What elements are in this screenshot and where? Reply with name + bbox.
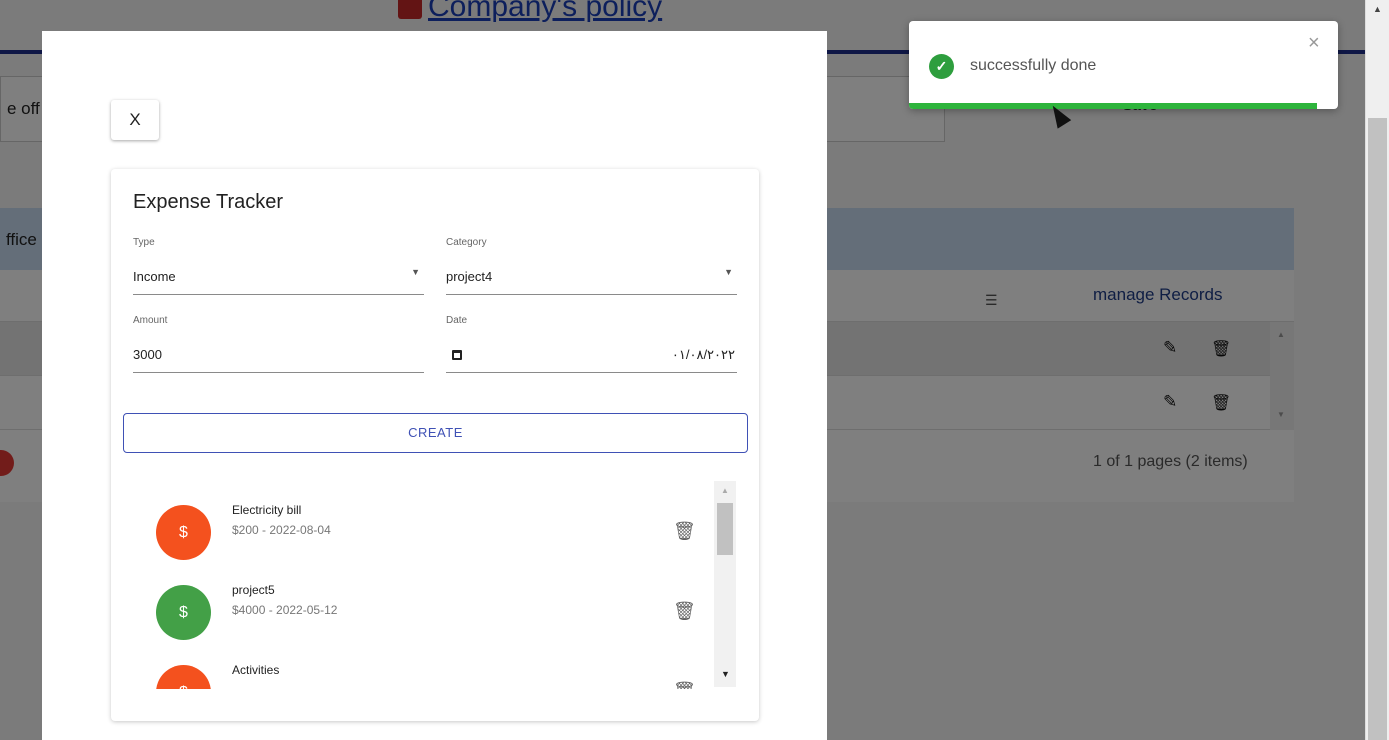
- item-title: project5: [232, 583, 275, 597]
- dollar-icon: $: [156, 585, 211, 640]
- date-field[interactable]: Date ٠١/٠٨/٢٠٢٢: [446, 315, 737, 373]
- close-icon[interactable]: ×: [1308, 32, 1320, 55]
- trash-icon[interactable]: 🗑: [673, 601, 696, 622]
- success-toast: ✓ successfully done ×: [909, 21, 1338, 109]
- page: Company's policy e off Save ffice ☰ mana…: [0, 0, 1389, 740]
- type-label: Type: [133, 237, 155, 248]
- item-title: Activities: [232, 663, 280, 677]
- window-scrollbar[interactable]: ▲: [1365, 0, 1389, 740]
- scrollbar-thumb[interactable]: [717, 503, 733, 555]
- amount-value: 3000: [133, 347, 162, 362]
- scroll-up-icon[interactable]: ▲: [1373, 4, 1382, 14]
- calendar-icon[interactable]: [452, 350, 462, 360]
- create-button[interactable]: CREATE: [123, 413, 748, 453]
- list-item[interactable]: $ Activities 🗑: [123, 659, 703, 689]
- amount-label: Amount: [133, 315, 168, 326]
- expense-tracker-card: Expense Tracker Type Income ▼ Category p…: [111, 169, 759, 721]
- check-circle-icon: ✓: [929, 54, 954, 79]
- transaction-list: $ Electricity bill $200 - 2022-08-04 🗑 $…: [123, 479, 727, 689]
- expense-modal: X Expense Tracker Type Income ▼ Category…: [42, 31, 827, 740]
- list-item[interactable]: $ project5 $4000 - 2022-05-12 🗑: [123, 579, 703, 659]
- trash-icon[interactable]: 🗑: [673, 681, 696, 689]
- trash-icon[interactable]: 🗑: [673, 521, 696, 542]
- category-label: Category: [446, 237, 487, 248]
- scroll-up-icon[interactable]: ▲: [721, 486, 729, 495]
- item-subtitle: $4000 - 2022-05-12: [232, 603, 338, 617]
- category-value: project4: [446, 269, 493, 284]
- chevron-down-icon: ▼: [724, 267, 733, 277]
- dollar-icon: $: [156, 665, 211, 689]
- card-title: Expense Tracker: [133, 191, 284, 213]
- scroll-down-icon[interactable]: ▼: [721, 669, 730, 679]
- list-scrollbar[interactable]: ▲ ▼: [714, 481, 736, 687]
- date-value: ٠١/٠٨/٢٠٢٢: [671, 347, 735, 362]
- type-select[interactable]: Type Income ▼: [133, 237, 424, 295]
- item-subtitle: $200 - 2022-08-04: [232, 523, 331, 537]
- amount-field[interactable]: Amount 3000: [133, 315, 424, 373]
- toast-progress-bar: [909, 103, 1317, 109]
- type-value: Income: [133, 269, 176, 284]
- close-modal-button[interactable]: X: [111, 100, 159, 140]
- toast-message: successfully done: [970, 57, 1097, 74]
- category-select[interactable]: Category project4 ▼: [446, 237, 737, 295]
- item-title: Electricity bill: [232, 503, 302, 517]
- chevron-down-icon: ▼: [411, 267, 420, 277]
- date-label: Date: [446, 315, 468, 326]
- scrollbar-thumb[interactable]: [1368, 118, 1387, 740]
- dollar-icon: $: [156, 505, 211, 560]
- list-item[interactable]: $ Electricity bill $200 - 2022-08-04 🗑: [123, 499, 703, 579]
